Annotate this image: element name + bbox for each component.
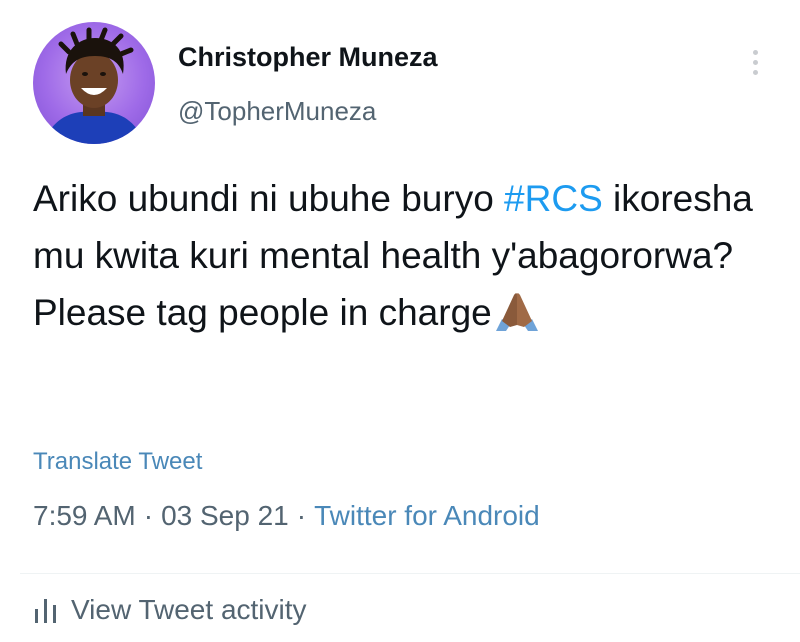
avatar[interactable] bbox=[33, 22, 155, 144]
tweet-text: Ariko ubundi ni ubuhe buryo #RCS ikoresh… bbox=[33, 170, 793, 341]
tweet-text-part1: Ariko ubundi ni ubuhe buryo bbox=[33, 178, 505, 219]
view-tweet-activity-label: View Tweet activity bbox=[71, 594, 307, 625]
bar-chart-icon bbox=[33, 595, 59, 625]
hashtag-link[interactable]: #RCS bbox=[504, 178, 603, 219]
meta-separator: · bbox=[143, 500, 154, 531]
tweet-time[interactable]: 7:59 AM bbox=[33, 500, 136, 531]
folded-hands-icon bbox=[494, 290, 540, 331]
translate-tweet-link[interactable]: Translate Tweet bbox=[33, 448, 202, 476]
meta-separator-2: · bbox=[296, 500, 307, 531]
more-options-icon[interactable] bbox=[740, 40, 770, 84]
tweet-source-link[interactable]: Twitter for Android bbox=[314, 500, 540, 531]
author-display-name[interactable]: Christopher Muneza bbox=[178, 42, 438, 73]
tweet-meta: 7:59 AM · 03 Sep 21 · Twitter for Android bbox=[33, 500, 540, 532]
view-tweet-activity-button[interactable]: View Tweet activity bbox=[33, 594, 307, 626]
tweet-card: Christopher Muneza @TopherMuneza Ariko u… bbox=[0, 0, 800, 642]
profile-photo-icon bbox=[43, 27, 145, 144]
author-handle[interactable]: @TopherMuneza bbox=[178, 96, 376, 127]
tweet-date[interactable]: 03 Sep 21 bbox=[161, 500, 289, 531]
divider bbox=[20, 573, 800, 574]
